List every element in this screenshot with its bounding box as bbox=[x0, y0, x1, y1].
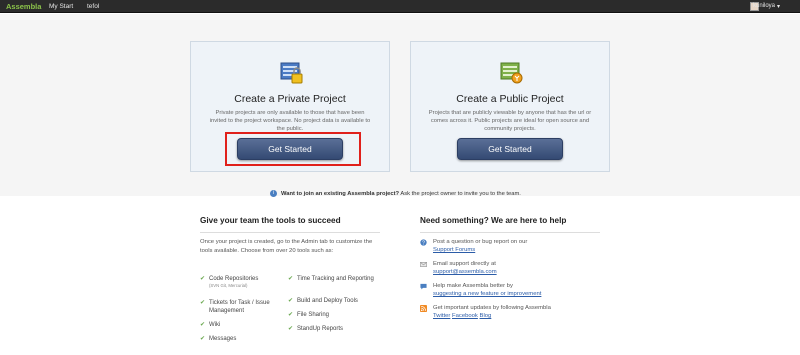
check-icon: ✔ bbox=[200, 276, 206, 282]
join-question: Want to join an existing Assembla projec… bbox=[281, 191, 400, 198]
svg-text:?: ? bbox=[422, 240, 425, 246]
public-project-icon bbox=[500, 62, 523, 84]
check-icon: ✔ bbox=[288, 276, 294, 282]
join-project-note: i Want to join an existing Assembla proje… bbox=[270, 190, 521, 197]
help-title: Need something? We are here to help bbox=[420, 216, 567, 225]
tool-label: Wiki bbox=[209, 322, 221, 328]
rss-icon bbox=[420, 305, 427, 312]
private-project-title: Create a Private Project bbox=[234, 93, 346, 105]
check-icon: ✔ bbox=[200, 300, 206, 306]
blog-link[interactable]: Blog bbox=[480, 313, 492, 319]
tool-label: Messages bbox=[209, 336, 237, 342]
nav-tefol[interactable]: tefol bbox=[87, 3, 99, 10]
tool-label: Time Tracking and Reporting bbox=[297, 276, 374, 282]
check-icon: ✔ bbox=[200, 322, 206, 328]
check-icon: ✔ bbox=[288, 312, 294, 318]
tool-sublabel: (SVN Git, Mercurial) bbox=[209, 283, 248, 288]
help-text: Email support directly at bbox=[433, 261, 496, 267]
question-icon: ? bbox=[420, 239, 427, 246]
highlight-box bbox=[225, 132, 361, 166]
help-text: Help make Assembla better by bbox=[433, 283, 513, 289]
help-text: Get important updates by following Assem… bbox=[433, 305, 551, 311]
tool-label: Code Repositories bbox=[209, 276, 259, 282]
create-project-section: Create a Private Project Private project… bbox=[0, 14, 800, 197]
public-project-description: Projects that are publicly viewable by a… bbox=[428, 110, 592, 132]
divider bbox=[420, 232, 600, 233]
envelope-icon bbox=[420, 262, 427, 267]
public-project-title: Create a Public Project bbox=[456, 93, 564, 105]
tool-label: File Sharing bbox=[297, 312, 330, 318]
join-hint: Ask the project owner to invite you to t… bbox=[399, 191, 521, 198]
check-icon: ✔ bbox=[288, 298, 294, 304]
help-text: Post a question or bug report on our bbox=[433, 239, 528, 245]
facebook-link[interactable]: Facebook bbox=[452, 313, 478, 319]
private-project-description: Private projects are only available to t… bbox=[209, 110, 371, 132]
tool-label: Tickets for Task / Issue Management bbox=[209, 300, 270, 314]
public-project-card: Create a Public Project Projects that ar… bbox=[410, 41, 610, 172]
tool-label: StandUp Reports bbox=[297, 326, 344, 332]
top-nav-bar: Assembla My Start tefol kuniloya ▾ bbox=[0, 0, 800, 13]
username[interactable]: kuniloya bbox=[753, 3, 775, 9]
speech-bubble-icon bbox=[420, 283, 427, 290]
private-project-card: Create a Private Project Private project… bbox=[190, 41, 390, 172]
support-forums-link[interactable]: Support Forums bbox=[433, 247, 475, 253]
private-project-lock-icon bbox=[280, 62, 303, 84]
help-panel: Need something? We are here to help ? Po… bbox=[410, 207, 610, 355]
public-get-started-button[interactable]: Get Started bbox=[457, 138, 563, 160]
tools-panel: Give your team the tools to succeed Once… bbox=[190, 207, 390, 355]
tools-intro: Once your project is created, go to the … bbox=[200, 239, 373, 254]
info-icon: i bbox=[270, 190, 277, 197]
tools-title: Give your team the tools to succeed bbox=[200, 216, 341, 225]
check-icon: ✔ bbox=[200, 336, 206, 342]
suggest-feature-link[interactable]: suggesting a new feature or improvement bbox=[433, 291, 541, 297]
support-email-link[interactable]: support@assembla.com bbox=[433, 269, 497, 275]
divider bbox=[200, 232, 380, 233]
check-icon: ✔ bbox=[288, 326, 294, 332]
twitter-link[interactable]: Twitter bbox=[433, 313, 450, 319]
nav-my-start[interactable]: My Start bbox=[49, 3, 73, 10]
brand-logo[interactable]: Assembla bbox=[6, 2, 41, 11]
tool-label: Build and Deploy Tools bbox=[297, 298, 358, 304]
chevron-down-icon[interactable]: ▾ bbox=[777, 3, 780, 10]
